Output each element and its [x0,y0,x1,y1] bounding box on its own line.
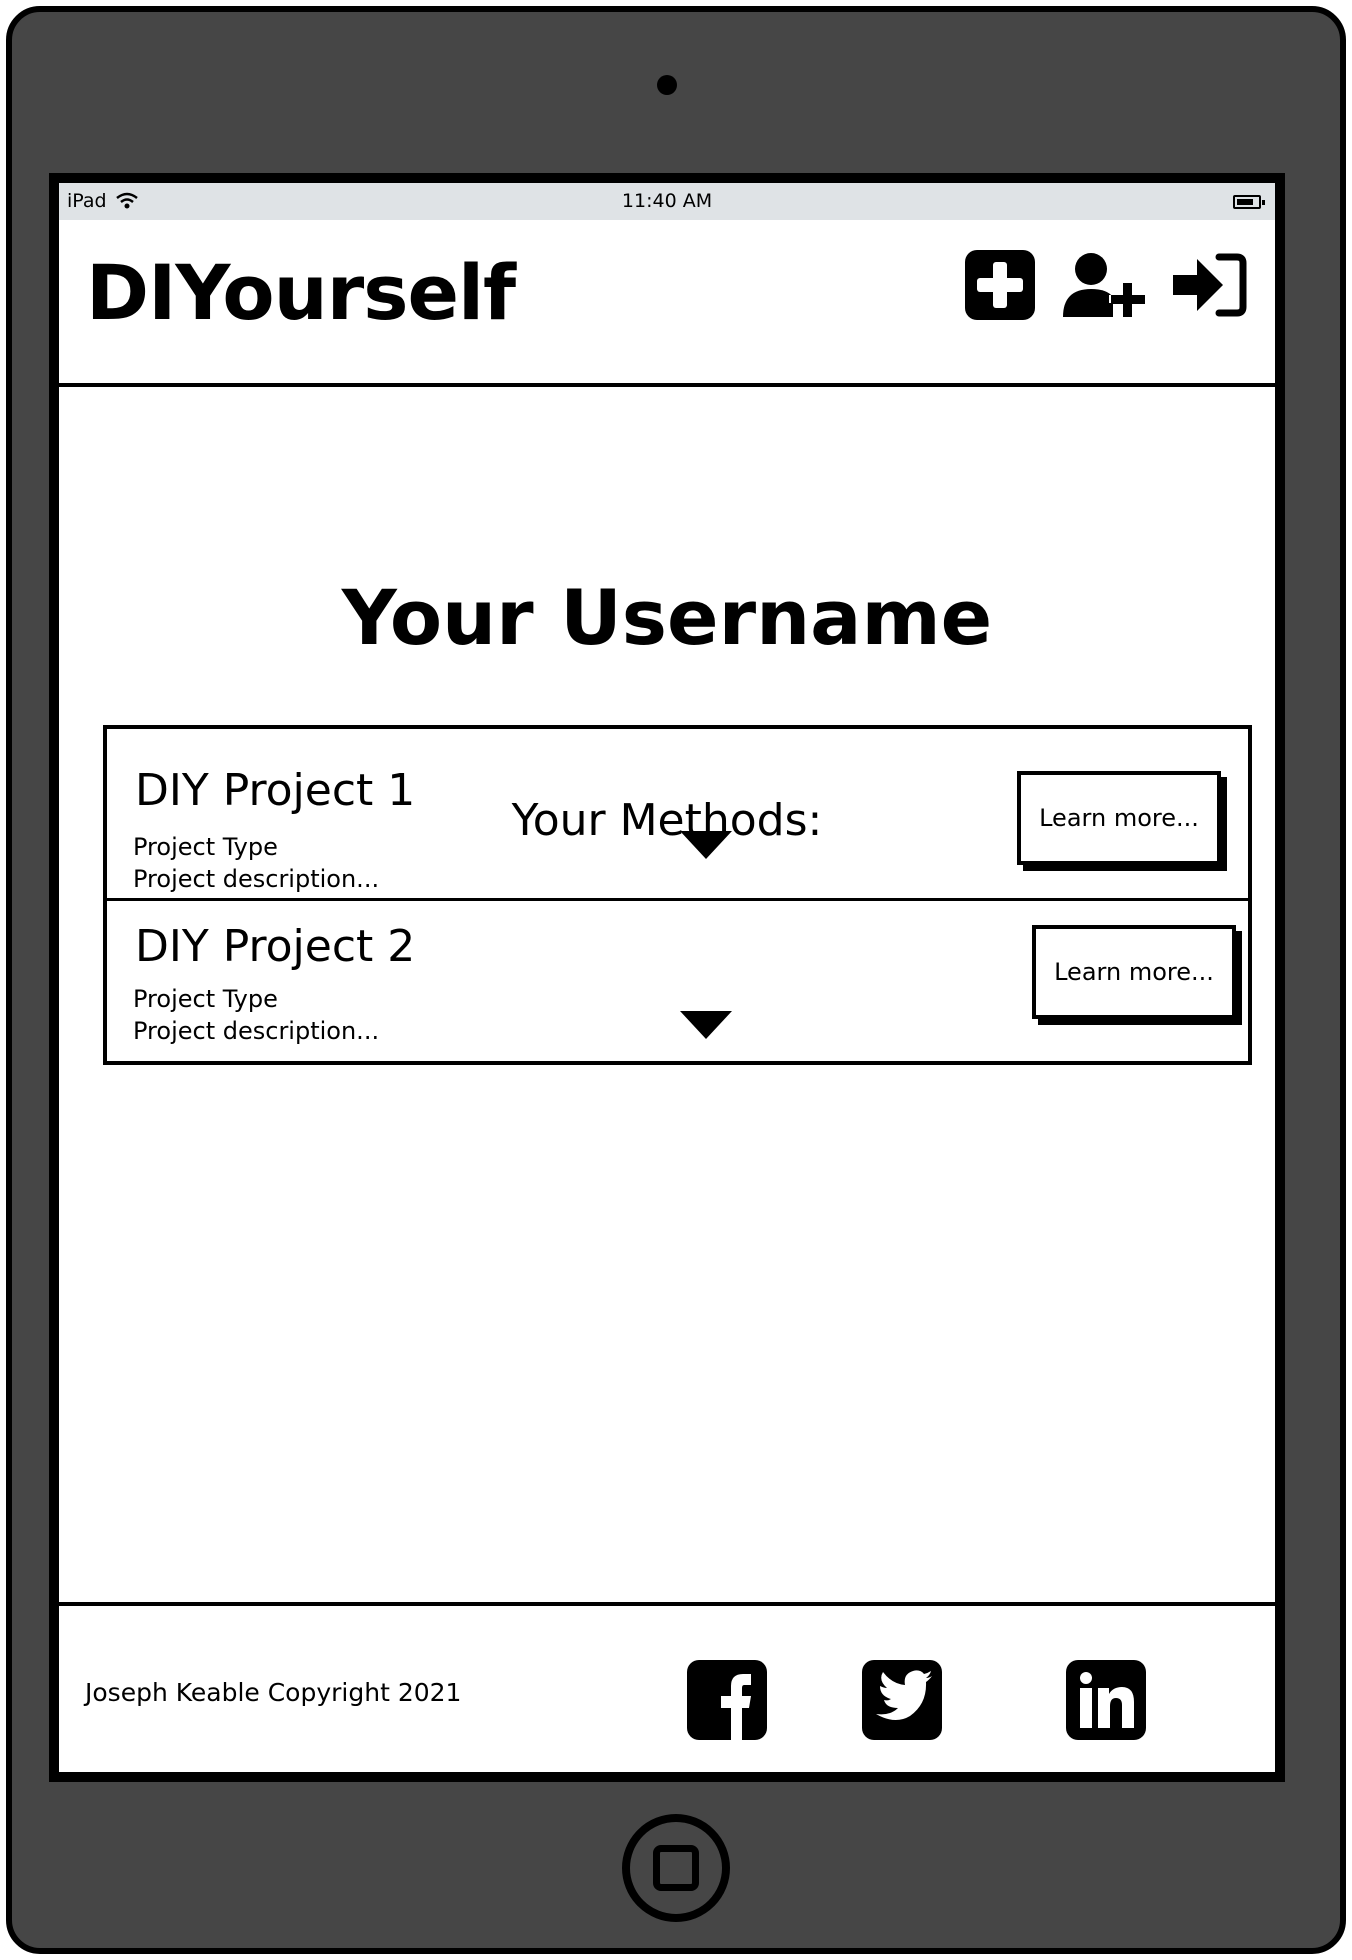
method-card: DIY Project 2 Project Type Project descr… [107,901,1248,1061]
method-card: DIY Project 1 Project Type Project descr… [107,729,1248,901]
home-button[interactable] [622,1814,730,1922]
method-title: DIY Project 2 [135,921,416,972]
method-description: Project description... [133,1017,380,1045]
twitter-icon[interactable] [860,1658,944,1742]
add-square-icon[interactable] [963,248,1037,322]
method-title: DIY Project 1 [135,765,416,816]
method-description: Project description... [133,865,380,893]
app-header: DIYourself [59,220,1275,387]
method-type: Project Type [133,985,278,1013]
copyright-text: Joseph Keable Copyright 2021 [85,1678,462,1707]
learn-more-button[interactable]: Learn more... [1017,771,1221,865]
add-user-icon[interactable] [1061,251,1147,319]
status-time: 11:40 AM [621,190,713,212]
footer-divider [59,1602,1275,1606]
facebook-icon[interactable] [685,1658,769,1742]
methods-list: DIY Project 1 Project Type Project descr… [103,725,1252,1065]
screen: iPad 11:40 AM DIYourself Your Username Y… [59,183,1275,1772]
status-bar: iPad 11:40 AM [59,183,1275,220]
home-square-icon [653,1845,699,1891]
username-title: Your Username [341,573,993,662]
camera-dot [657,75,677,95]
learn-more-button[interactable]: Learn more... [1032,925,1236,1019]
header-divider [59,383,1275,387]
method-type: Project Type [133,833,278,861]
battery-icon [1233,195,1265,209]
sign-in-icon[interactable] [1171,253,1247,317]
brand-logo[interactable]: DIYourself [86,248,516,337]
linkedin-icon[interactable] [1064,1658,1148,1742]
header-actions [963,248,1247,322]
caret-down-icon[interactable] [678,829,734,861]
caret-down-icon[interactable] [678,1009,734,1041]
